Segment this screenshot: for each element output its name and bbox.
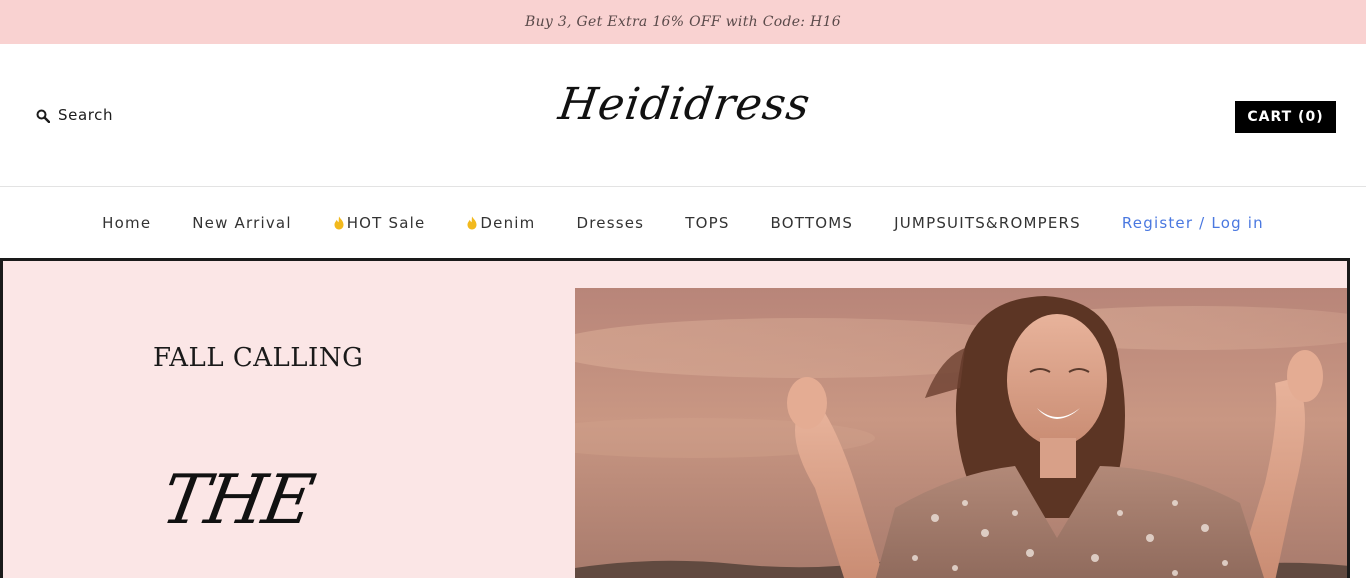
nav-item-dresses[interactable]: Dresses <box>577 214 645 232</box>
hero-banner[interactable]: FALL CALLING THE <box>0 258 1350 578</box>
main-navigation: Home New Arrival HOT Sale Denim Dresses … <box>0 186 1366 258</box>
cart-button[interactable]: CART (0) <box>1235 101 1336 133</box>
nav-item-label: JUMPSUITS&ROMPERS <box>894 213 1081 232</box>
flame-icon <box>333 216 345 230</box>
register-login-link[interactable]: Register / Log in <box>1122 214 1264 232</box>
search-label: Search <box>58 106 114 124</box>
nav-item-tops[interactable]: TOPS <box>685 214 729 232</box>
promo-text: Buy 3, Get Extra 16% OFF with Code: H16 <box>524 14 841 30</box>
nav-item-label: BOTTOMS <box>770 213 854 232</box>
hero-script-text: THE <box>156 461 319 540</box>
search-button[interactable]: Search <box>36 106 113 124</box>
flame-icon <box>466 216 478 230</box>
nav-item-label: HOT Sale <box>346 213 426 232</box>
nav-item-denim[interactable]: Denim <box>466 214 535 232</box>
nav-item-jumpsuits-rompers[interactable]: JUMPSUITS&ROMPERS <box>894 214 1081 232</box>
site-header: Search Heididress CART (0) <box>0 44 1366 186</box>
nav-item-new-arrival[interactable]: New Arrival <box>192 214 291 232</box>
nav-item-home[interactable]: Home <box>102 214 151 232</box>
nav-item-bottoms[interactable]: BOTTOMS <box>771 214 854 232</box>
nav-item-hot-sale[interactable]: HOT Sale <box>333 214 426 232</box>
nav-item-label: TOPS <box>685 213 730 232</box>
nav-item-label: Denim <box>480 213 536 232</box>
hero-heading: FALL CALLING <box>153 343 364 373</box>
nav-item-label: Dresses <box>576 213 645 232</box>
site-logo[interactable]: Heididress <box>556 64 814 144</box>
logo-text: Heididress <box>555 78 815 130</box>
hero-model-image <box>515 288 1347 578</box>
search-icon <box>36 108 51 124</box>
page-scrollbar-track[interactable] <box>1350 258 1366 578</box>
nav-item-label: New Arrival <box>192 213 292 232</box>
promo-banner: Buy 3, Get Extra 16% OFF with Code: H16 <box>0 0 1366 44</box>
nav-item-label: Home <box>102 213 152 232</box>
